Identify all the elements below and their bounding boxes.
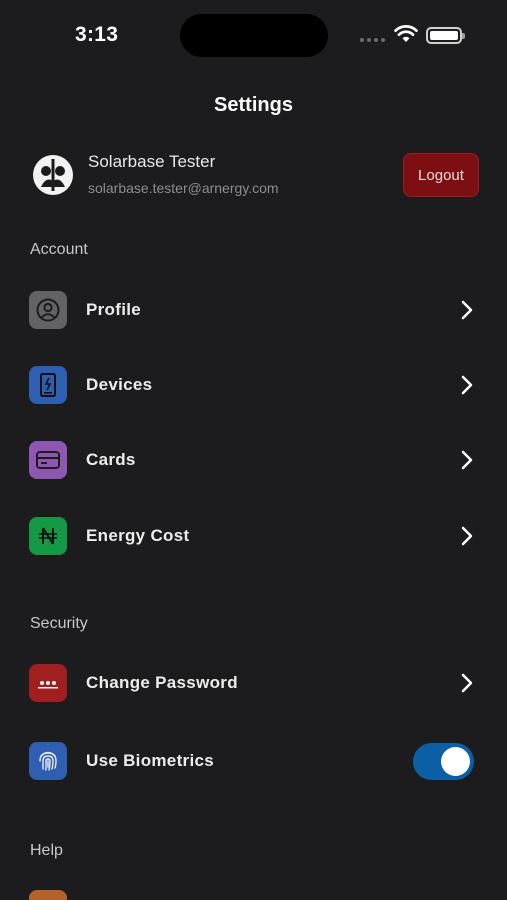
avatar [33, 155, 73, 195]
signal-icon [360, 38, 385, 42]
naira-icon [29, 517, 67, 555]
password-icon [29, 664, 67, 702]
settings-item-label: Use Biometrics [86, 751, 214, 770]
status-time: 3:13 [75, 23, 119, 46]
chevron-right-icon [461, 526, 473, 546]
dynamic-island [180, 14, 328, 57]
settings-item-use-biometrics: Use Biometrics [0, 733, 507, 789]
section-label-help: Help [30, 842, 63, 859]
device-icon [29, 366, 67, 404]
settings-item-label: Change Password [86, 673, 238, 692]
chevron-right-icon [461, 673, 473, 693]
logout-button[interactable]: Logout [403, 153, 479, 197]
status-bar: 3:13 [0, 0, 507, 72]
page-title: Settings [214, 94, 293, 116]
battery-icon [426, 27, 465, 44]
settings-item-energy-cost[interactable]: Energy Cost [0, 508, 507, 564]
settings-item-label: Energy Cost [86, 526, 190, 545]
profile-icon [29, 291, 67, 329]
chevron-right-icon [461, 375, 473, 395]
chevron-right-icon [461, 300, 473, 320]
wifi-icon [394, 25, 418, 42]
biometrics-toggle[interactable] [413, 742, 474, 780]
section-label-security: Security [30, 615, 88, 632]
section-label-account: Account [30, 241, 88, 258]
settings-item-label: Devices [86, 375, 153, 394]
fingerprint-icon [29, 742, 67, 780]
settings-item-label: Cards [86, 450, 136, 469]
settings-item-profile[interactable]: Profile [0, 282, 507, 338]
user-email: solarbase.tester@arnergy.com [88, 180, 279, 196]
user-name: Solarbase Tester [88, 152, 216, 171]
settings-item-label: Profile [86, 300, 142, 319]
settings-item-devices[interactable]: Devices [0, 357, 507, 413]
chevron-right-icon [461, 450, 473, 470]
settings-item-cards[interactable]: Cards [0, 432, 507, 488]
card-icon [29, 441, 67, 479]
help-item-icon[interactable] [29, 890, 67, 900]
settings-item-change-password[interactable]: Change Password [0, 655, 507, 711]
